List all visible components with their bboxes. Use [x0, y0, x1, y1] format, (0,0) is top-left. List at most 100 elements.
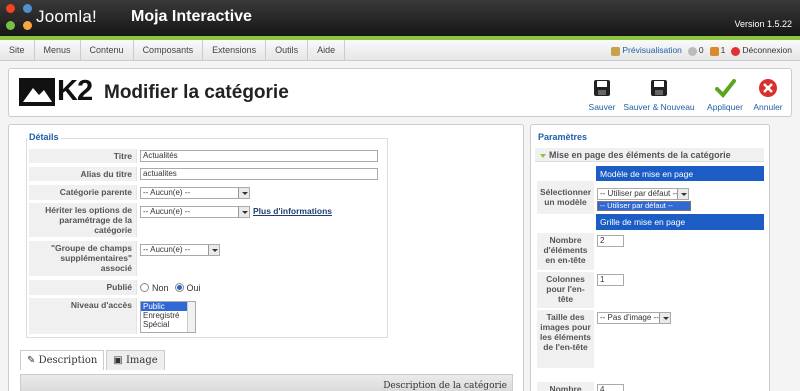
content-tabs: ✎ Description ▣ Image [20, 350, 167, 370]
access-listbox[interactable]: Public Enregistré Spécial [140, 301, 196, 333]
lead-cols-input[interactable]: 1 [597, 274, 624, 286]
extra-fields-row: "Groupe de champs supplémentaires" assoc… [29, 241, 385, 277]
extra-fields-select-value: -- Aucun(e) -- [143, 245, 191, 254]
edit-icon: ✎ [27, 355, 39, 366]
published-label: Publié [29, 280, 137, 295]
next-label: Nombre [537, 382, 594, 391]
tab-image[interactable]: ▣ Image [106, 350, 165, 370]
messages-indicator[interactable]: 0 [687, 45, 704, 56]
published-yes-label: Oui [186, 282, 201, 293]
parent-row: Catégorie parente -- Aucun(e) -- [29, 185, 385, 201]
joomla-logo: Joomla! [6, 4, 97, 30]
next-row: Nombre 4 [537, 382, 764, 391]
chevron-down-icon [208, 245, 219, 255]
parent-select[interactable]: -- Aucun(e) -- [140, 186, 250, 199]
image-icon: ▣ [113, 355, 126, 366]
expand-triangle-icon [540, 153, 546, 158]
params-slider-title: Mise en page des éléments de la catégori… [549, 150, 731, 160]
save-new-label: Sauver & Nouveau [623, 102, 695, 112]
save-label: Sauver [588, 102, 616, 112]
lead-cols-row: Colonnes pour l'en-tête 1 [537, 272, 764, 308]
next-input[interactable]: 4 [597, 384, 624, 391]
users-indicator[interactable]: 1 [709, 45, 725, 56]
menu-item-outils[interactable]: Outils [266, 39, 309, 61]
version-label: Version 1.5.22 [734, 19, 792, 29]
menu-item-aide[interactable]: Aide [308, 39, 346, 61]
menu-item-menus[interactable]: Menus [35, 39, 81, 61]
cancel-button[interactable]: Annuler [749, 77, 787, 112]
chevron-down-icon [659, 313, 670, 323]
menu-item-site[interactable]: Site [0, 39, 35, 61]
template-dropdown-option[interactable]: -- Utiliser par défaut -- [597, 201, 691, 211]
inherit-select[interactable]: -- Aucun(e) -- [140, 206, 250, 218]
lead-cols-label: Colonnes pour l'en-tête [537, 272, 594, 308]
messages-icon [687, 46, 697, 56]
access-row: Niveau d'accès Public Enregistré Spécial [29, 298, 385, 335]
title-input[interactable]: Actualités [140, 150, 378, 162]
alias-input[interactable]: actualites [140, 168, 378, 180]
save-button[interactable]: Sauver [583, 77, 621, 112]
inherit-select-value: -- Aucun(e) -- [143, 207, 191, 216]
lead-image-label: Taille des images pour les éléments de l… [537, 310, 594, 368]
title-label: Titre [29, 149, 137, 163]
page-title: Modifier la catégorie [104, 82, 289, 103]
extra-fields-label: "Groupe de champs supplémentaires" assoc… [29, 241, 137, 276]
users-icon [709, 46, 719, 56]
status-links: Prévisualisation 0 1 Déconnexion [611, 40, 792, 61]
save-icon [591, 77, 613, 99]
preview-link[interactable]: Prévisualisation [611, 45, 682, 56]
lead-count-label: Nombre d'éléments en en-tête [537, 233, 594, 270]
alias-row: Alias du titre actualites [29, 167, 385, 182]
cancel-label: Annuler [753, 102, 783, 112]
save-new-icon [648, 77, 670, 99]
more-info-link[interactable]: Plus d'informations [253, 206, 332, 216]
joomla-logo-icon [6, 4, 32, 30]
template-select-value: -- Utiliser par défaut -- [600, 189, 678, 198]
published-no-label: Non [152, 282, 169, 293]
page-toolbar: K2 Modifier la catégorie Sauver Sauver &… [8, 68, 792, 117]
k2-logo: K2 [19, 75, 93, 108]
listbox-scrollbar[interactable] [187, 302, 195, 332]
logout-label: Déconnexion [742, 45, 792, 56]
tab-image-label: Image [125, 355, 158, 366]
lead-count-input[interactable]: 2 [597, 235, 624, 247]
tab-description-label: Description [38, 355, 98, 366]
apply-button[interactable]: Appliquer [703, 77, 747, 112]
params-slider-header[interactable]: Mise en page des éléments de la catégori… [535, 148, 764, 162]
inherit-label: Hériter les options de paramétrage de la… [29, 203, 137, 237]
menu-item-composants[interactable]: Composants [134, 39, 204, 61]
top-header: Joomla! Moja Interactive Version 1.5.22 [0, 0, 800, 36]
layout-grid-header: Grille de mise en page [596, 214, 764, 230]
logout-icon [731, 46, 741, 56]
lead-count-row: Nombre d'éléments en en-tête 2 [537, 233, 764, 270]
chevron-down-icon [238, 187, 249, 198]
k2-mountain-icon [19, 77, 55, 106]
menu-item-extensions[interactable]: Extensions [203, 39, 267, 61]
lead-image-select[interactable]: -- Pas d'image -- [597, 312, 671, 324]
joomla-logo-text: Joomla! [36, 7, 97, 26]
template-label: Sélectionner un modèle [537, 181, 594, 214]
extra-fields-select[interactable]: -- Aucun(e) -- [140, 244, 220, 256]
layout-template-header: Modèle de mise en page [596, 166, 764, 181]
menu-item-contenu[interactable]: Contenu [81, 39, 134, 61]
details-legend: Détails [27, 132, 61, 142]
parent-select-value: -- Aucun(e) -- [143, 187, 191, 197]
preview-label: Prévisualisation [622, 45, 682, 56]
save-new-button[interactable]: Sauver & Nouveau [623, 77, 695, 112]
lead-image-select-value: -- Pas d'image -- [600, 313, 659, 322]
description-bar-title: Description de la catégorie [383, 381, 507, 391]
tab-description[interactable]: ✎ Description [20, 350, 105, 370]
cancel-icon [757, 77, 779, 99]
alias-label: Alias du titre [29, 167, 137, 181]
published-yes-radio[interactable] [174, 283, 184, 292]
site-name: Moja Interactive [131, 8, 252, 25]
inherit-row: Hériter les options de paramétrage de la… [29, 203, 385, 238]
access-label: Niveau d'accès [29, 298, 137, 334]
template-select[interactable]: -- Utiliser par défaut -- [597, 188, 689, 200]
lead-image-row: Taille des images pour les éléments de l… [537, 310, 764, 368]
chevron-down-icon [677, 189, 688, 199]
messages-count: 0 [698, 45, 704, 56]
logout-link[interactable]: Déconnexion [731, 45, 792, 56]
chevron-down-icon [238, 207, 249, 217]
published-no-radio[interactable] [140, 283, 149, 292]
